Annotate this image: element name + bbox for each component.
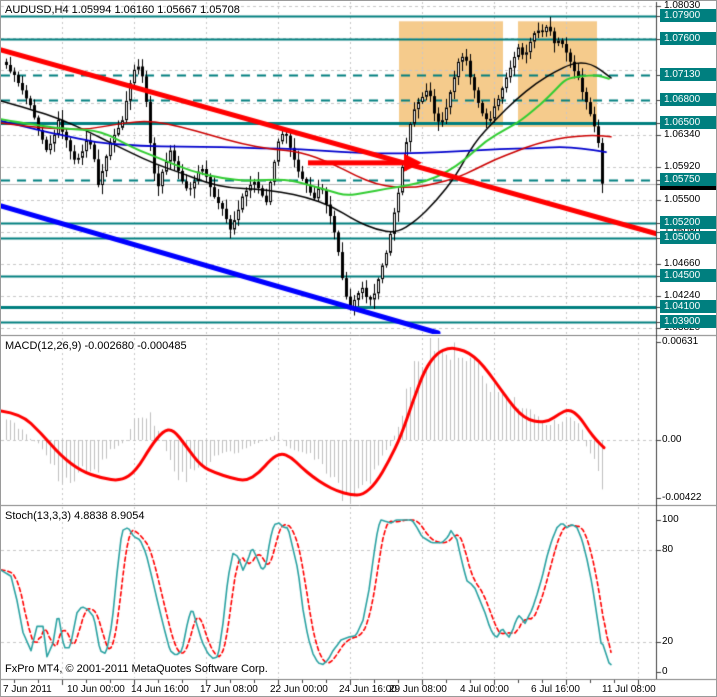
time-axis-label: 17 Jun 08:00 xyxy=(200,684,258,695)
time-axis-label: 22 Jun 00:00 xyxy=(270,684,328,695)
price-axis-label: 1.05920 xyxy=(664,161,701,172)
price-axis-label: 1.05000 xyxy=(660,231,716,244)
time-axis-label: 11 Jul 08:00 xyxy=(602,684,656,695)
price-axis-label: 1.03900 xyxy=(660,315,716,328)
price-axis-label: 1.05500 xyxy=(664,194,701,205)
time-axis-label: 29 Jun 08:00 xyxy=(389,684,447,695)
macd-axis-label: 0.00631 xyxy=(662,336,699,347)
stoch-axis-label: 20 xyxy=(662,636,674,647)
macd-indicator-header: MACD(12,26,9) -0.002680 -0.000485 xyxy=(5,340,187,352)
stoch-axis-label: 80 xyxy=(662,544,674,555)
price-axis-label: 1.07130 xyxy=(660,68,716,81)
price-axis-label: 1.06800 xyxy=(660,93,716,106)
chart-title: AUDUSD,H4 1.05994 1.06160 1.05667 1.0570… xyxy=(5,4,240,16)
price-axis-label: 1.06340 xyxy=(664,129,701,140)
price-axis-label: 1.05750 xyxy=(660,173,716,186)
time-axis-label: 10 Jun 00:00 xyxy=(67,684,125,695)
copyright-text: FxPro MT4, © 2001-2011 MetaQuotes Softwa… xyxy=(5,663,268,675)
mt4-chart-window: AUDUSD,H4 1.05994 1.06160 1.05667 1.0570… xyxy=(0,0,717,697)
time-axis-label: 4 Jul 00:00 xyxy=(460,684,509,695)
price-axis-label: 1.07900 xyxy=(660,9,716,22)
macd-axis-label: -0.00422 xyxy=(662,492,702,503)
price-axis-label: 1.04100 xyxy=(660,300,716,313)
price-axis-label: 1.07600 xyxy=(660,32,716,45)
time-axis-label: 14 Jun 16:00 xyxy=(131,684,189,695)
stoch-axis-label: 0 xyxy=(662,666,668,677)
stoch-axis-label: 100 xyxy=(662,514,679,525)
price-axis-label: 1.04500 xyxy=(660,269,716,282)
price-axis-label: 1.05200 xyxy=(660,216,716,229)
price-axis-label: 1.06500 xyxy=(660,116,716,129)
time-axis-label: 6 Jul 16:00 xyxy=(531,684,580,695)
macd-axis-label: 0.00 xyxy=(662,434,682,445)
time-axis-label: 7 Jun 2011 xyxy=(3,684,52,695)
stoch-indicator-header: Stoch(13,3,3) 4.8838 8.9054 xyxy=(5,510,145,522)
